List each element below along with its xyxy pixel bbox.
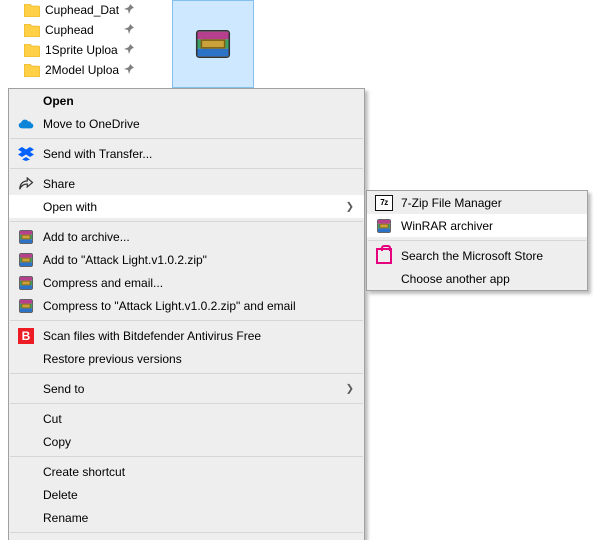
folder-icon	[24, 44, 40, 57]
bitdefender-icon: B	[17, 327, 35, 345]
menu-create-shortcut[interactable]: Create shortcut	[9, 460, 364, 483]
chevron-right-icon: ❯	[346, 383, 354, 394]
menu-separator	[10, 168, 363, 169]
menu-add-to-zip[interactable]: Add to "Attack Light.v1.0.2.zip"	[9, 248, 364, 271]
ms-store-icon	[375, 247, 393, 265]
folder-icon	[24, 4, 40, 17]
menu-separator	[10, 403, 363, 404]
menu-compress-to-and-email[interactable]: Compress to "Attack Light.v1.0.2.zip" an…	[9, 294, 364, 317]
pin-icon	[124, 23, 134, 37]
quick-access-item[interactable]: 1Sprite Uploa	[0, 40, 140, 60]
menu-separator	[10, 221, 363, 222]
menu-send-to[interactable]: Send to❯	[9, 377, 364, 400]
quick-access-list: Cuphead_Dat Cuphead 1Sprite Uploa	[0, 0, 140, 80]
chevron-right-icon: ❯	[346, 201, 354, 212]
menu-separator	[10, 138, 363, 139]
submenu-winrar[interactable]: WinRAR archiver	[367, 214, 587, 237]
menu-cut[interactable]: Cut	[9, 407, 364, 430]
menu-move-to-onedrive[interactable]: Move to OneDrive	[9, 112, 364, 135]
menu-separator	[10, 320, 363, 321]
folder-icon	[24, 24, 40, 37]
submenu-7zip[interactable]: 7z 7-Zip File Manager	[367, 191, 587, 214]
pin-icon	[124, 43, 134, 57]
menu-separator	[10, 532, 363, 533]
quick-access-item[interactable]: 2Model Uploa	[0, 60, 140, 80]
folder-icon	[24, 64, 40, 77]
context-menu: Open Move to OneDrive Send with Transfer…	[8, 88, 365, 540]
menu-copy[interactable]: Copy	[9, 430, 364, 453]
selected-file[interactable]	[172, 0, 254, 88]
menu-compress-and-email[interactable]: Compress and email...	[9, 271, 364, 294]
quick-access-label: Cuphead	[45, 23, 94, 37]
submenu-choose-app[interactable]: Choose another app	[367, 267, 587, 290]
menu-delete[interactable]: Delete	[9, 483, 364, 506]
quick-access-label: Cuphead_Dat	[45, 3, 119, 17]
share-icon	[17, 175, 35, 193]
quick-access-label: 2Model Uploa	[45, 63, 119, 77]
quick-access-item[interactable]: Cuphead_Dat	[0, 0, 140, 20]
quick-access-label: 1Sprite Uploa	[45, 43, 118, 57]
menu-properties[interactable]: Properties	[9, 536, 364, 540]
quick-access-item[interactable]: Cuphead	[0, 20, 140, 40]
dropbox-icon	[17, 145, 35, 163]
pin-icon	[124, 3, 134, 17]
winrar-icon	[375, 217, 393, 235]
menu-send-with-transfer[interactable]: Send with Transfer...	[9, 142, 364, 165]
sevenzip-icon: 7z	[375, 194, 393, 212]
menu-open[interactable]: Open	[9, 89, 364, 112]
winrar-icon	[17, 274, 35, 292]
archive-icon	[196, 30, 230, 58]
winrar-icon	[17, 228, 35, 246]
winrar-icon	[17, 251, 35, 269]
menu-rename[interactable]: Rename	[9, 506, 364, 529]
menu-open-with[interactable]: Open with ❯	[9, 195, 364, 218]
onedrive-icon	[17, 115, 35, 133]
winrar-icon	[17, 297, 35, 315]
submenu-ms-store[interactable]: Search the Microsoft Store	[367, 244, 587, 267]
pin-icon	[124, 63, 134, 77]
open-with-submenu: 7z 7-Zip File Manager WinRAR archiver Se…	[366, 190, 588, 291]
menu-add-to-archive[interactable]: Add to archive...	[9, 225, 364, 248]
menu-bitdefender-scan[interactable]: B Scan files with Bitdefender Antivirus …	[9, 324, 364, 347]
menu-share[interactable]: Share	[9, 172, 364, 195]
menu-separator	[10, 456, 363, 457]
menu-separator	[368, 240, 586, 241]
menu-restore-versions[interactable]: Restore previous versions	[9, 347, 364, 370]
menu-separator	[10, 373, 363, 374]
